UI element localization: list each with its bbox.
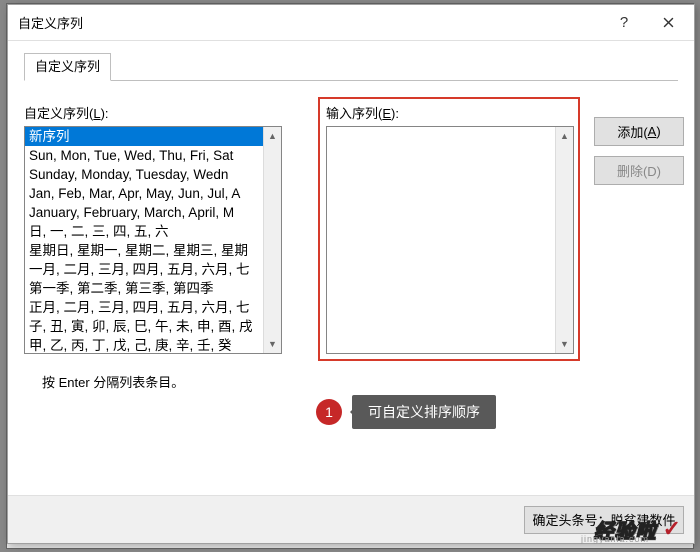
annotation-number: 1 <box>316 399 342 425</box>
list-item[interactable]: 第一季, 第二季, 第三季, 第四季 <box>25 279 263 298</box>
delete-button: 删除(D) <box>594 156 684 185</box>
list-item[interactable]: 日, 一, 二, 三, 四, 五, 六 <box>25 222 263 241</box>
action-buttons-column: 添加(A) 删除(D) <box>594 117 680 195</box>
tab-custom-lists[interactable]: 自定义序列 <box>24 53 111 81</box>
window-title: 自定义序列 <box>18 13 602 32</box>
custom-lists-column: 自定义序列(L): 新序列 Sun, Mon, Tue, Wed, Thu, F… <box>24 103 284 391</box>
list-item[interactable]: 星期日, 星期一, 星期二, 星期三, 星期 <box>25 241 263 260</box>
close-button[interactable] <box>646 8 690 38</box>
help-button[interactable]: ? <box>602 8 646 38</box>
tab-underline <box>24 80 678 81</box>
enter-hint: 按 Enter 分隔列表条目。 <box>24 372 284 391</box>
list-item[interactable]: 甲, 乙, 丙, 丁, 戊, 己, 庚, 辛, 壬, 癸 <box>25 336 263 353</box>
add-button[interactable]: 添加(A) <box>594 117 684 146</box>
custom-lists-inner: 新序列 Sun, Mon, Tue, Wed, Thu, Fri, Sat Su… <box>25 127 263 353</box>
entries-label: 输入序列(E): <box>326 103 574 122</box>
titlebar: 自定义序列 ? <box>8 5 694 41</box>
list-item[interactable]: 正月, 二月, 三月, 四月, 五月, 六月, 七 <box>25 298 263 317</box>
list-item[interactable]: 一月, 二月, 三月, 四月, 五月, 六月, 七 <box>25 260 263 279</box>
scroll-up-icon[interactable]: ▲ <box>264 127 282 145</box>
list-item[interactable]: 新序列 <box>25 127 263 146</box>
list-item[interactable]: Sunday, Monday, Tuesday, Wedn <box>25 165 263 184</box>
tab-row: 自定义序列 <box>24 53 678 83</box>
dialog-content: 自定义序列 自定义序列(L): 新序列 Sun, Mon, Tue, Wed, … <box>8 41 694 495</box>
custom-lists-label: 自定义序列(L): <box>24 103 284 122</box>
entries-textarea[interactable]: ▲ ▼ <box>326 126 574 354</box>
dialog-window: 自定义序列 ? 自定义序列 自定义序列(L): 新序列 Sun, Mon, Tu… <box>7 4 695 544</box>
scroll-down-icon[interactable]: ▼ <box>264 335 282 353</box>
list-item[interactable]: Sun, Mon, Tue, Wed, Thu, Fri, Sat <box>25 146 263 165</box>
tab-pane: 自定义序列(L): 新序列 Sun, Mon, Tue, Wed, Thu, F… <box>24 103 678 487</box>
dialog-footer: 确定头条号：脱贫建数件 <box>8 495 694 543</box>
entries-highlight-box: 输入序列(E): ▲ ▼ <box>318 97 580 361</box>
list-scrollbar[interactable]: ▲ ▼ <box>263 127 281 353</box>
ok-button[interactable]: 确定头条号：脱贫建数件 <box>524 506 684 534</box>
scroll-down-icon[interactable]: ▼ <box>556 335 574 353</box>
entries-scrollbar[interactable]: ▲ ▼ <box>555 127 573 353</box>
custom-lists-box[interactable]: 新序列 Sun, Mon, Tue, Wed, Thu, Fri, Sat Su… <box>24 126 282 354</box>
annotation-text: 可自定义排序顺序 <box>352 395 496 429</box>
list-item[interactable]: January, February, March, April, M <box>25 203 263 222</box>
list-item[interactable]: 子, 丑, 寅, 卯, 辰, 巳, 午, 未, 申, 酉, 戌 <box>25 317 263 336</box>
scroll-up-icon[interactable]: ▲ <box>556 127 574 145</box>
annotation-callout: 1 可自定义排序顺序 <box>316 395 496 429</box>
close-icon <box>663 17 674 28</box>
list-item[interactable]: Jan, Feb, Mar, Apr, May, Jun, Jul, A <box>25 184 263 203</box>
entries-column: 输入序列(E): ▲ ▼ <box>318 97 580 361</box>
